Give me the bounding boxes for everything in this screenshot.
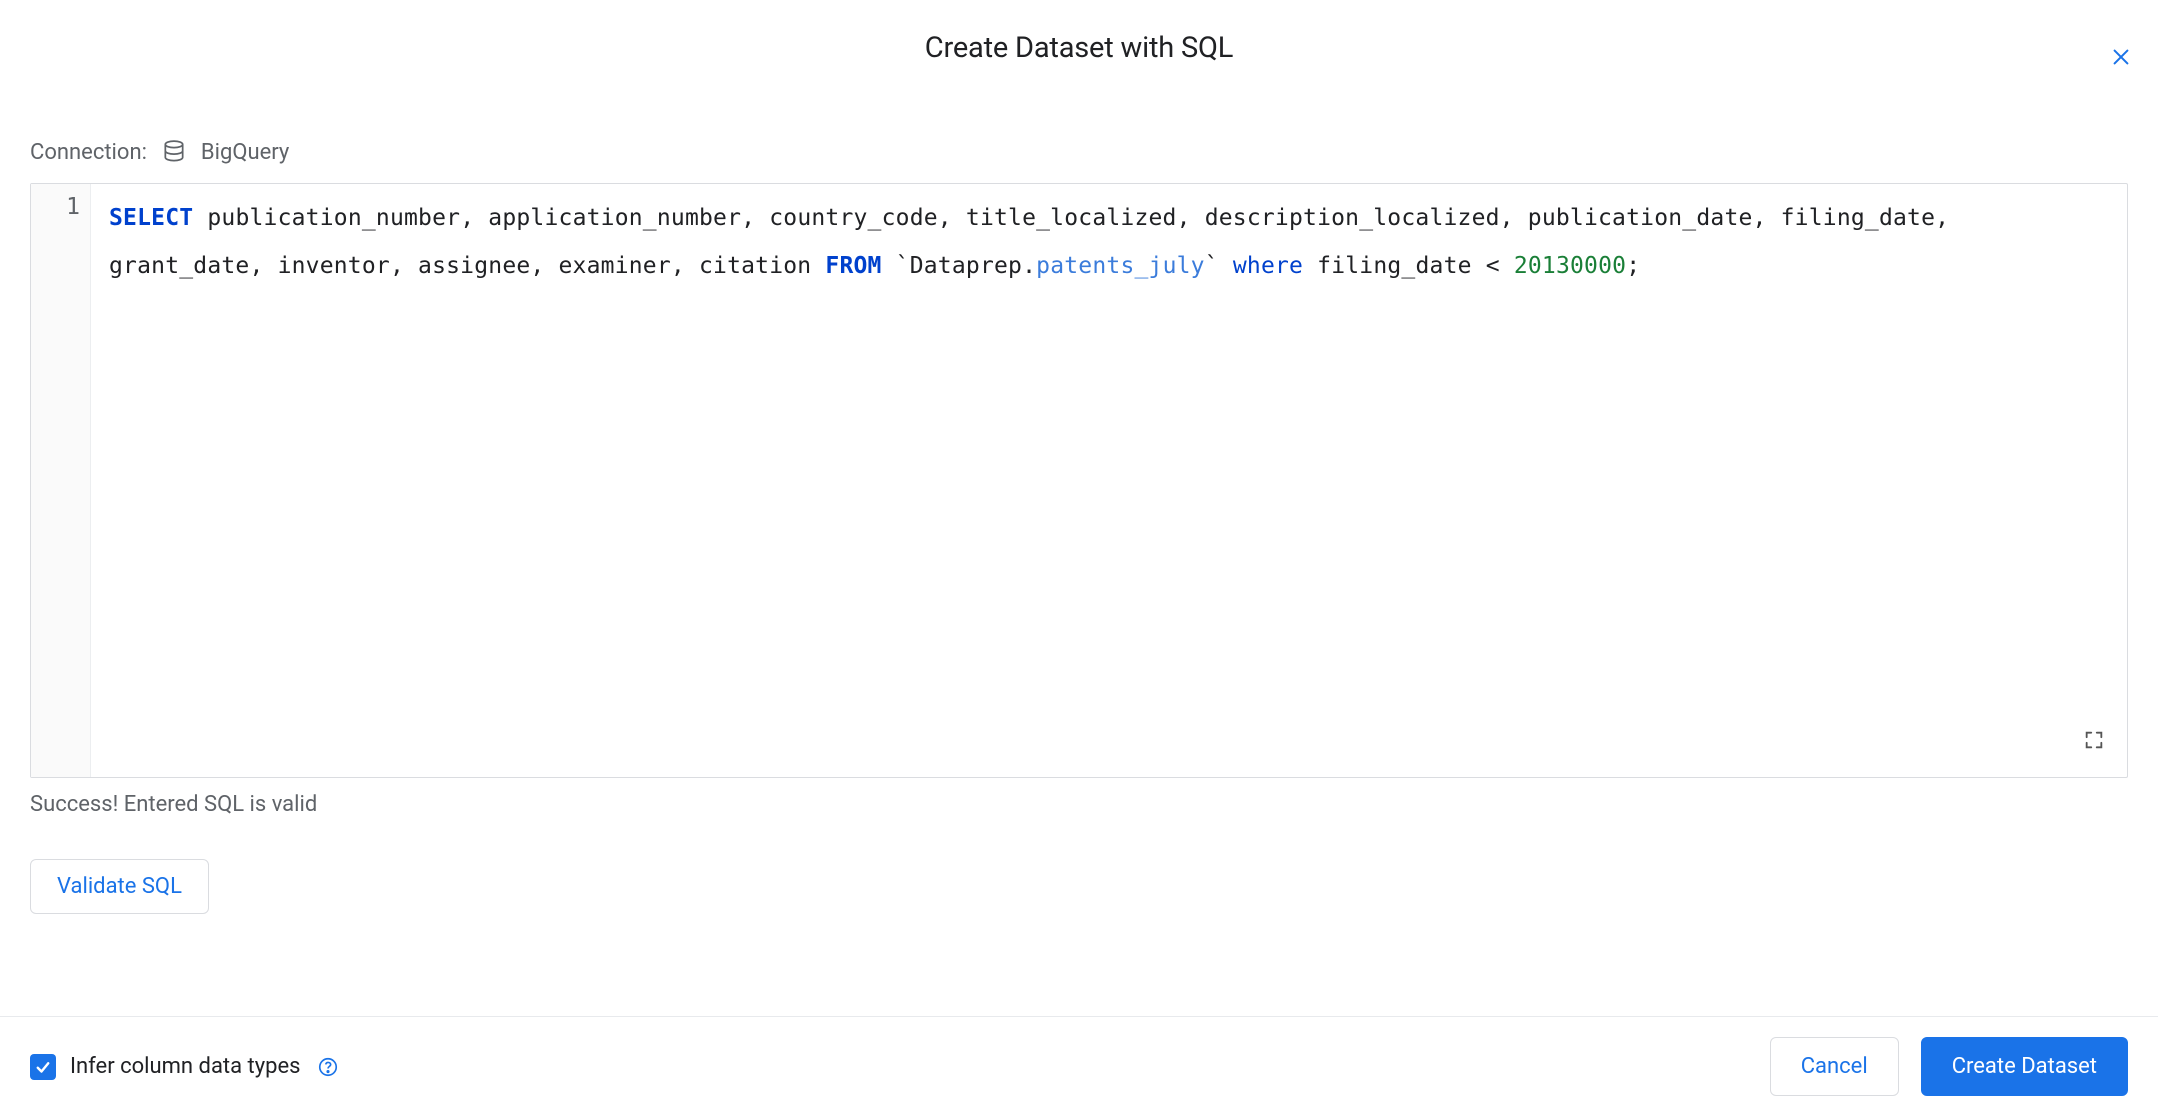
infer-types-checkbox[interactable] bbox=[30, 1054, 56, 1080]
dialog-body: Connection: BigQuery 1 SELECT publicatio… bbox=[0, 95, 2158, 1016]
cancel-button[interactable]: Cancel bbox=[1770, 1037, 1899, 1096]
infer-types-label: Infer column data types bbox=[70, 1054, 301, 1079]
sql-textarea[interactable]: SELECT publication_number, application_n… bbox=[91, 184, 2127, 777]
create-dataset-button[interactable]: Create Dataset bbox=[1921, 1037, 2128, 1096]
close-icon[interactable] bbox=[2110, 46, 2132, 73]
expand-icon[interactable] bbox=[2083, 729, 2105, 755]
sql-editor[interactable]: 1 SELECT publication_number, application… bbox=[30, 183, 2128, 778]
connection-name: BigQuery bbox=[201, 140, 289, 165]
dialog-header: Create Dataset with SQL bbox=[0, 0, 2158, 95]
create-dataset-sql-dialog: Create Dataset with SQL Connection: BigQ… bbox=[0, 0, 2158, 1116]
footer-actions: Cancel Create Dataset bbox=[1770, 1037, 2128, 1096]
connection-row: Connection: BigQuery bbox=[30, 139, 2128, 165]
help-icon[interactable] bbox=[317, 1056, 339, 1078]
database-icon bbox=[161, 139, 187, 165]
dialog-title: Create Dataset with SQL bbox=[925, 31, 1233, 65]
validate-sql-button[interactable]: Validate SQL bbox=[30, 859, 209, 914]
dialog-footer: Infer column data types Cancel Create Da… bbox=[0, 1016, 2158, 1116]
validation-status: Success! Entered SQL is valid bbox=[30, 792, 2128, 817]
line-number: 1 bbox=[31, 194, 80, 220]
connection-label: Connection: bbox=[30, 140, 147, 165]
line-gutter: 1 bbox=[31, 184, 91, 777]
infer-types-option[interactable]: Infer column data types bbox=[30, 1054, 339, 1080]
